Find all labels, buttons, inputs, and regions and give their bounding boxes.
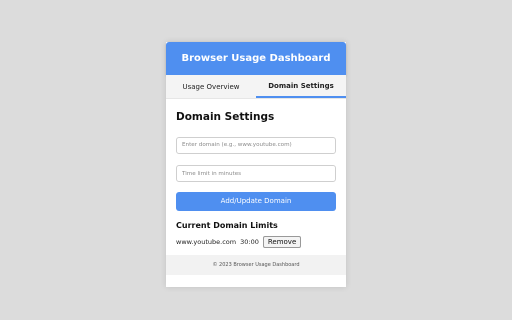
time-limit-input[interactable] bbox=[176, 165, 336, 182]
limit-domain: www.youtube.com bbox=[176, 237, 237, 246]
app-title: Browser Usage Dashboard bbox=[181, 53, 331, 64]
dashboard-panel: Browser Usage Dashboard Usage Overview D… bbox=[166, 42, 346, 287]
remove-button[interactable]: Remove bbox=[262, 235, 302, 248]
domain-limit-row: www.youtube.com 30:00 Remove bbox=[176, 235, 336, 248]
header: Browser Usage Dashboard bbox=[166, 42, 346, 75]
footer: © 2023 Browser Usage Dashboard bbox=[166, 255, 346, 275]
tab-bar: Usage Overview Domain Settings bbox=[166, 75, 346, 99]
tab-usage-overview[interactable]: Usage Overview bbox=[166, 75, 256, 98]
tab-domain-settings[interactable]: Domain Settings bbox=[256, 75, 346, 98]
section-title: Domain Settings bbox=[176, 111, 275, 123]
domain-input[interactable] bbox=[176, 136, 336, 154]
limit-time: 30:00 bbox=[240, 237, 259, 246]
current-limits-title: Current Domain Limits bbox=[176, 220, 278, 230]
add-update-domain-button[interactable]: Add/Update Domain bbox=[176, 191, 336, 211]
domain-settings-section: Domain Settings Add/Update Domain Curren… bbox=[166, 99, 346, 248]
footer-text: © 2023 Browser Usage Dashboard bbox=[212, 262, 300, 268]
